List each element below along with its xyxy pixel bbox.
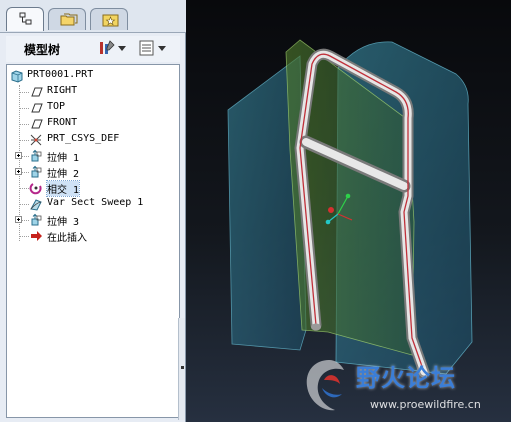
tree-settings-icon: [100, 40, 115, 54]
tree-connector: [20, 124, 29, 125]
model-tree-icon: [19, 12, 32, 25]
tree-item[interactable]: TOP: [7, 100, 179, 116]
intersect-icon: [29, 183, 42, 195]
tree-item-label: TOP: [47, 101, 66, 112]
tree-show-button[interactable]: [138, 39, 168, 59]
tree-item-label: FRONT: [47, 117, 78, 128]
watermark: 野火论坛 www.proewildfire.cn: [300, 352, 511, 422]
tree-item-label: 相交 1: [45, 180, 81, 197]
part-icon: [11, 70, 23, 83]
datum-plane-icon: [31, 119, 43, 129]
tree-item-label: RIGHT: [47, 85, 78, 96]
watermark-logo-icon: [306, 360, 344, 411]
tree-item-label: 拉伸 3: [47, 217, 80, 228]
model-tree: PRT0001.PRT RIGHT TOP FRONT PRT_CSYS_DEF 拉伸 …: [6, 64, 180, 418]
tree-item[interactable]: 拉伸 2: [7, 164, 179, 180]
expand-toggle-icon[interactable]: [15, 216, 22, 223]
watermark-url: www.proewildfire.cn: [370, 398, 481, 411]
tab-folder-browser[interactable]: [48, 8, 86, 30]
tree-item[interactable]: PRT_CSYS_DEF: [7, 132, 179, 148]
folder-browser-icon: [60, 13, 78, 26]
tree-settings-button[interactable]: [98, 39, 128, 59]
splitter-grip-icon: [181, 366, 184, 369]
tab-model-tree[interactable]: [6, 7, 44, 31]
datum-plane-icon: [31, 103, 43, 113]
tree-connector: [20, 236, 29, 237]
tree-item[interactable]: FRONT: [7, 116, 179, 132]
tree-root-label: PRT0001.PRT: [27, 69, 94, 80]
favorites-icon: [102, 14, 119, 27]
model-tree-header: 模型树: [6, 36, 180, 62]
tree-show-icon: [139, 40, 154, 56]
navigator-tabs: [0, 0, 186, 33]
watermark-title: 野火论坛: [356, 364, 456, 392]
insert-here-icon: [31, 231, 42, 241]
datum-plane-icon: [31, 87, 43, 97]
extrude-icon: [31, 149, 42, 162]
tree-item-label: 拉伸 1: [47, 153, 80, 164]
tree-item[interactable]: 相交 1: [7, 180, 179, 197]
tree-item[interactable]: 拉伸 1: [7, 148, 179, 164]
extrude-icon: [31, 213, 42, 226]
tree-root[interactable]: PRT0001.PRT: [7, 68, 179, 84]
tree-connector: [20, 108, 29, 109]
expand-toggle-icon[interactable]: [15, 168, 22, 175]
tree-item[interactable]: Var Sect Sweep 1: [7, 196, 179, 212]
panel-splitter[interactable]: [178, 318, 185, 420]
tree-connector: [20, 188, 29, 189]
sweep-icon: [30, 199, 42, 211]
navigator-panel: 模型树 PRT0001.PRT RIGHT TOP FRONT PRT_CSYS…: [0, 0, 186, 422]
csys-icon: [30, 134, 42, 146]
tree-item-label: Var Sect Sweep 1: [47, 197, 144, 208]
extrude-icon: [31, 165, 42, 178]
tree-item[interactable]: RIGHT: [7, 84, 179, 100]
proe-window: 模型树 PRT0001.PRT RIGHT TOP FRONT PRT_CSYS…: [0, 0, 511, 422]
tree-item[interactable]: 拉伸 3: [7, 212, 179, 228]
tree-item-label: 在此插入: [47, 233, 87, 244]
tree-item-label: 拉伸 2: [47, 169, 80, 180]
expand-toggle-icon[interactable]: [15, 152, 22, 159]
tree-connector: [20, 140, 29, 141]
tree-item[interactable]: 在此插入: [7, 228, 179, 244]
tube-end: [311, 323, 321, 331]
panel-title: 模型树: [24, 43, 61, 57]
tree-item-label: PRT_CSYS_DEF: [47, 133, 120, 144]
tree-connector: [20, 92, 29, 93]
tab-favorites[interactable]: [90, 8, 128, 30]
tree-connector: [20, 204, 29, 205]
